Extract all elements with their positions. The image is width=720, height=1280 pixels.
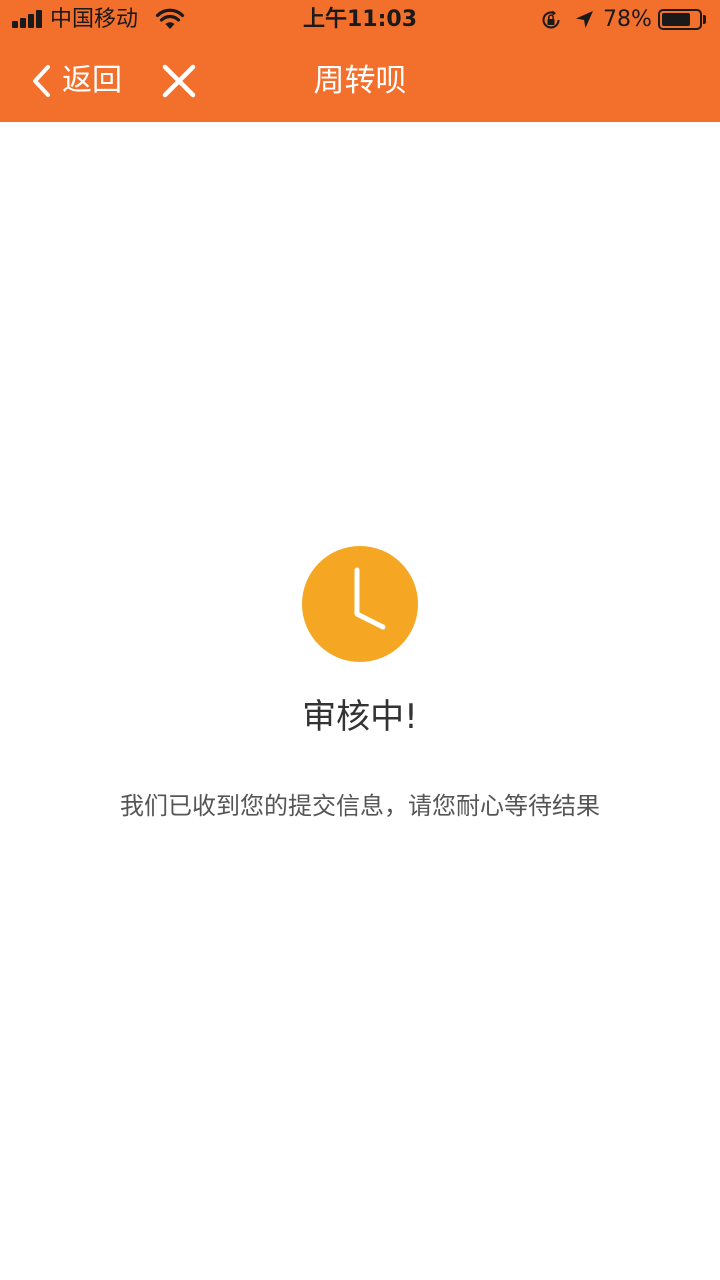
back-label: 返回 xyxy=(62,63,122,98)
location-arrow-icon xyxy=(576,11,593,28)
close-icon[interactable] xyxy=(160,62,198,100)
nav-bar: 返回 周转呗 xyxy=(0,40,720,122)
chevron-left-icon xyxy=(33,65,50,97)
orientation-lock-icon xyxy=(542,10,560,29)
clock-icon xyxy=(302,546,418,662)
battery-level xyxy=(662,13,691,26)
battery-cap xyxy=(703,15,706,24)
battery-icon xyxy=(658,9,702,30)
screen: 中国移动 上午11:03 78% 返回 周转呗 审核中! 我们已收到您的提交信息… xyxy=(0,0,720,1280)
back-button[interactable]: 返回 xyxy=(28,58,122,104)
battery-percent: 78% xyxy=(603,7,652,32)
review-status-title: 审核中! xyxy=(302,697,418,737)
status-bar: 中国移动 上午11:03 78% xyxy=(0,0,720,40)
review-status-message: 我们已收到您的提交信息，请您耐心等待结果 xyxy=(120,792,600,820)
